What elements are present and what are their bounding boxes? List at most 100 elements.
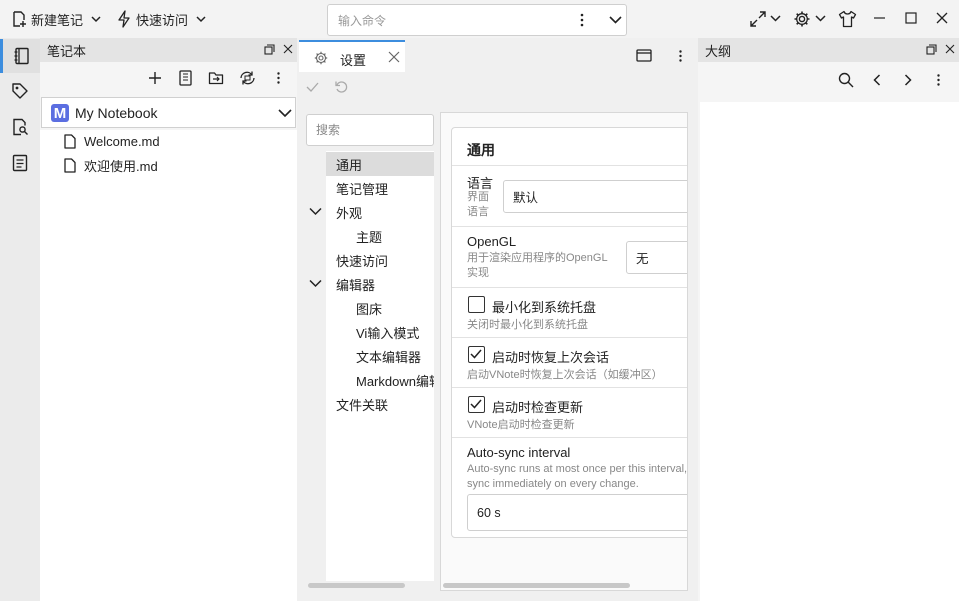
new-note-dropdown[interactable] (90, 6, 102, 32)
setting-title: Auto-sync interval (467, 445, 571, 460)
quick-access-label: 快速访问 (136, 12, 189, 28)
expand-icon[interactable] (749, 10, 767, 28)
chevron-down-icon (195, 13, 207, 25)
chevron-left-icon[interactable] (873, 74, 881, 86)
import-icon[interactable] (208, 70, 224, 86)
setting-restore-session: 启动时恢复上次会话 启动VNote时恢复上次会话（如缓冲区） (452, 338, 687, 388)
setting-desc: 关闭时最小化到系统托盘 (467, 319, 588, 331)
chevron-down-icon[interactable] (309, 207, 322, 216)
tab-settings[interactable]: 设置 (299, 40, 405, 72)
file-icon (64, 133, 76, 149)
settings-content: 通用 语言 界面语言 默认 OpenGL 用于渲染应用程序的OpenGL实现 无 (440, 112, 688, 591)
panel-title: 大纲 (705, 43, 732, 59)
nav-item-image-host[interactable]: 图床 (356, 296, 382, 320)
nav-item-notebook-management[interactable]: 笔记管理 (336, 176, 388, 200)
quick-access-button[interactable]: 快速访问 (115, 6, 188, 32)
nav-item-markdown-editor[interactable]: Markdown编辑器 (356, 368, 434, 392)
minimize-icon[interactable] (874, 17, 885, 19)
outline-panel-header: 大纲 (698, 38, 959, 62)
auto-sync-input[interactable]: 60 s (467, 494, 687, 531)
new-note-label: 新建笔记 (31, 12, 84, 28)
add-icon[interactable] (148, 71, 162, 85)
float-panel-icon[interactable] (264, 44, 275, 55)
notebook-badge: M (51, 104, 69, 122)
new-note-button[interactable]: 新建笔记 (10, 6, 83, 32)
quick-access-dropdown[interactable] (195, 6, 207, 32)
minimize-tray-checkbox[interactable] (468, 296, 485, 313)
more-vertical-icon[interactable] (678, 50, 683, 62)
nav-item-vi-mode[interactable]: Vi输入模式 (356, 320, 419, 344)
window-icon[interactable] (636, 49, 652, 62)
restore-session-checkbox[interactable] (468, 346, 485, 363)
nav-scrollbar[interactable] (308, 583, 405, 588)
notebook-name: My Notebook (75, 105, 158, 121)
chevron-down-icon[interactable] (770, 14, 781, 24)
document-list-icon (11, 154, 29, 172)
tree-file-item[interactable]: Welcome.md (64, 130, 160, 152)
close-icon[interactable] (388, 51, 400, 63)
activity-tags[interactable] (0, 74, 40, 108)
settings-search-box[interactable] (306, 114, 434, 146)
settings-editor-area: 设置 通用 笔记管理 外观 主题 快速访问 编辑器 图床 Vi输入模式 文本编辑… (297, 38, 698, 601)
chevron-down-icon (278, 108, 292, 118)
command-input[interactable] (338, 12, 568, 30)
notebook-selector[interactable]: M My Notebook (41, 97, 296, 128)
setting-title: OpenGL (467, 234, 517, 249)
settings-search-input[interactable] (316, 123, 426, 137)
check-updates-checkbox[interactable] (468, 396, 485, 413)
lightning-icon (115, 10, 133, 28)
section-header: 通用 (452, 128, 687, 166)
chevron-down-icon[interactable] (609, 14, 622, 26)
file-name: 欢迎使用.md (84, 158, 158, 174)
activity-search[interactable] (0, 110, 40, 144)
close-icon[interactable] (936, 12, 948, 24)
float-panel-icon[interactable] (926, 44, 937, 55)
section-title: 通用 (467, 142, 495, 158)
sync-icon[interactable] (239, 70, 256, 86)
setting-desc: VNote启动时检查更新 (467, 419, 575, 431)
gear-icon[interactable] (793, 10, 811, 28)
check-icon[interactable] (306, 81, 319, 93)
close-icon[interactable] (283, 44, 293, 54)
chevron-down-icon[interactable] (309, 279, 322, 288)
nav-item-quick-access[interactable]: 快速访问 (336, 248, 388, 272)
more-vertical-icon[interactable] (579, 13, 585, 27)
nav-item-general[interactable]: 通用 (326, 152, 434, 176)
outline-panel: 大纲 (698, 38, 959, 601)
new-notebook-icon[interactable] (178, 70, 193, 86)
maximize-icon[interactable] (905, 12, 917, 24)
activity-notebook[interactable] (0, 39, 40, 73)
new-note-icon (10, 10, 28, 28)
opengl-select[interactable]: 无 (626, 241, 687, 274)
chevron-down-icon (90, 13, 102, 25)
notebook-panel-header: 笔记本 (40, 38, 297, 62)
setting-title: 启动时恢复上次会话 (492, 350, 610, 365)
notebook-panel: 笔记本 M My Notebook Welcome.md 欢迎使用.md (40, 38, 297, 601)
chevron-right-icon[interactable] (904, 74, 912, 86)
more-vertical-icon[interactable] (276, 72, 281, 84)
nav-item-appearance[interactable]: 外观 (336, 200, 362, 224)
general-settings-card: 通用 语言 界面语言 默认 OpenGL 用于渲染应用程序的OpenGL实现 无 (451, 127, 687, 539)
close-icon[interactable] (945, 44, 955, 54)
tree-file-item[interactable]: 欢迎使用.md (64, 154, 158, 176)
reset-icon[interactable] (334, 80, 348, 94)
setting-auto-sync: Auto-sync interval Auto-sync runs at mos… (452, 438, 687, 539)
shirt-icon[interactable] (838, 10, 857, 28)
command-box[interactable] (327, 4, 627, 36)
nav-item-text-editor[interactable]: 文本编辑器 (356, 344, 421, 368)
search-icon[interactable] (838, 72, 854, 88)
more-vertical-icon[interactable] (936, 74, 941, 86)
setting-desc: 用于渲染应用程序的OpenGL实现 (467, 252, 608, 279)
content-scrollbar[interactable] (443, 583, 630, 588)
nav-item-theme[interactable]: 主题 (356, 224, 382, 248)
chevron-down-icon[interactable] (815, 14, 826, 24)
activity-history[interactable] (0, 146, 40, 180)
language-select[interactable]: 默认 (503, 180, 687, 213)
tab-label: 设置 (340, 53, 367, 68)
nav-item-editor[interactable]: 编辑器 (336, 272, 375, 296)
setting-check-updates: 启动时检查更新 VNote启动时检查更新 (452, 388, 687, 438)
search-document-icon (11, 118, 29, 136)
nav-item-file-association[interactable]: 文件关联 (336, 392, 388, 416)
settings-nav: 通用 笔记管理 外观 主题 快速访问 编辑器 图床 Vi输入模式 文本编辑器 M… (326, 151, 434, 581)
top-toolbar: 新建笔记 快速访问 (0, 0, 959, 38)
